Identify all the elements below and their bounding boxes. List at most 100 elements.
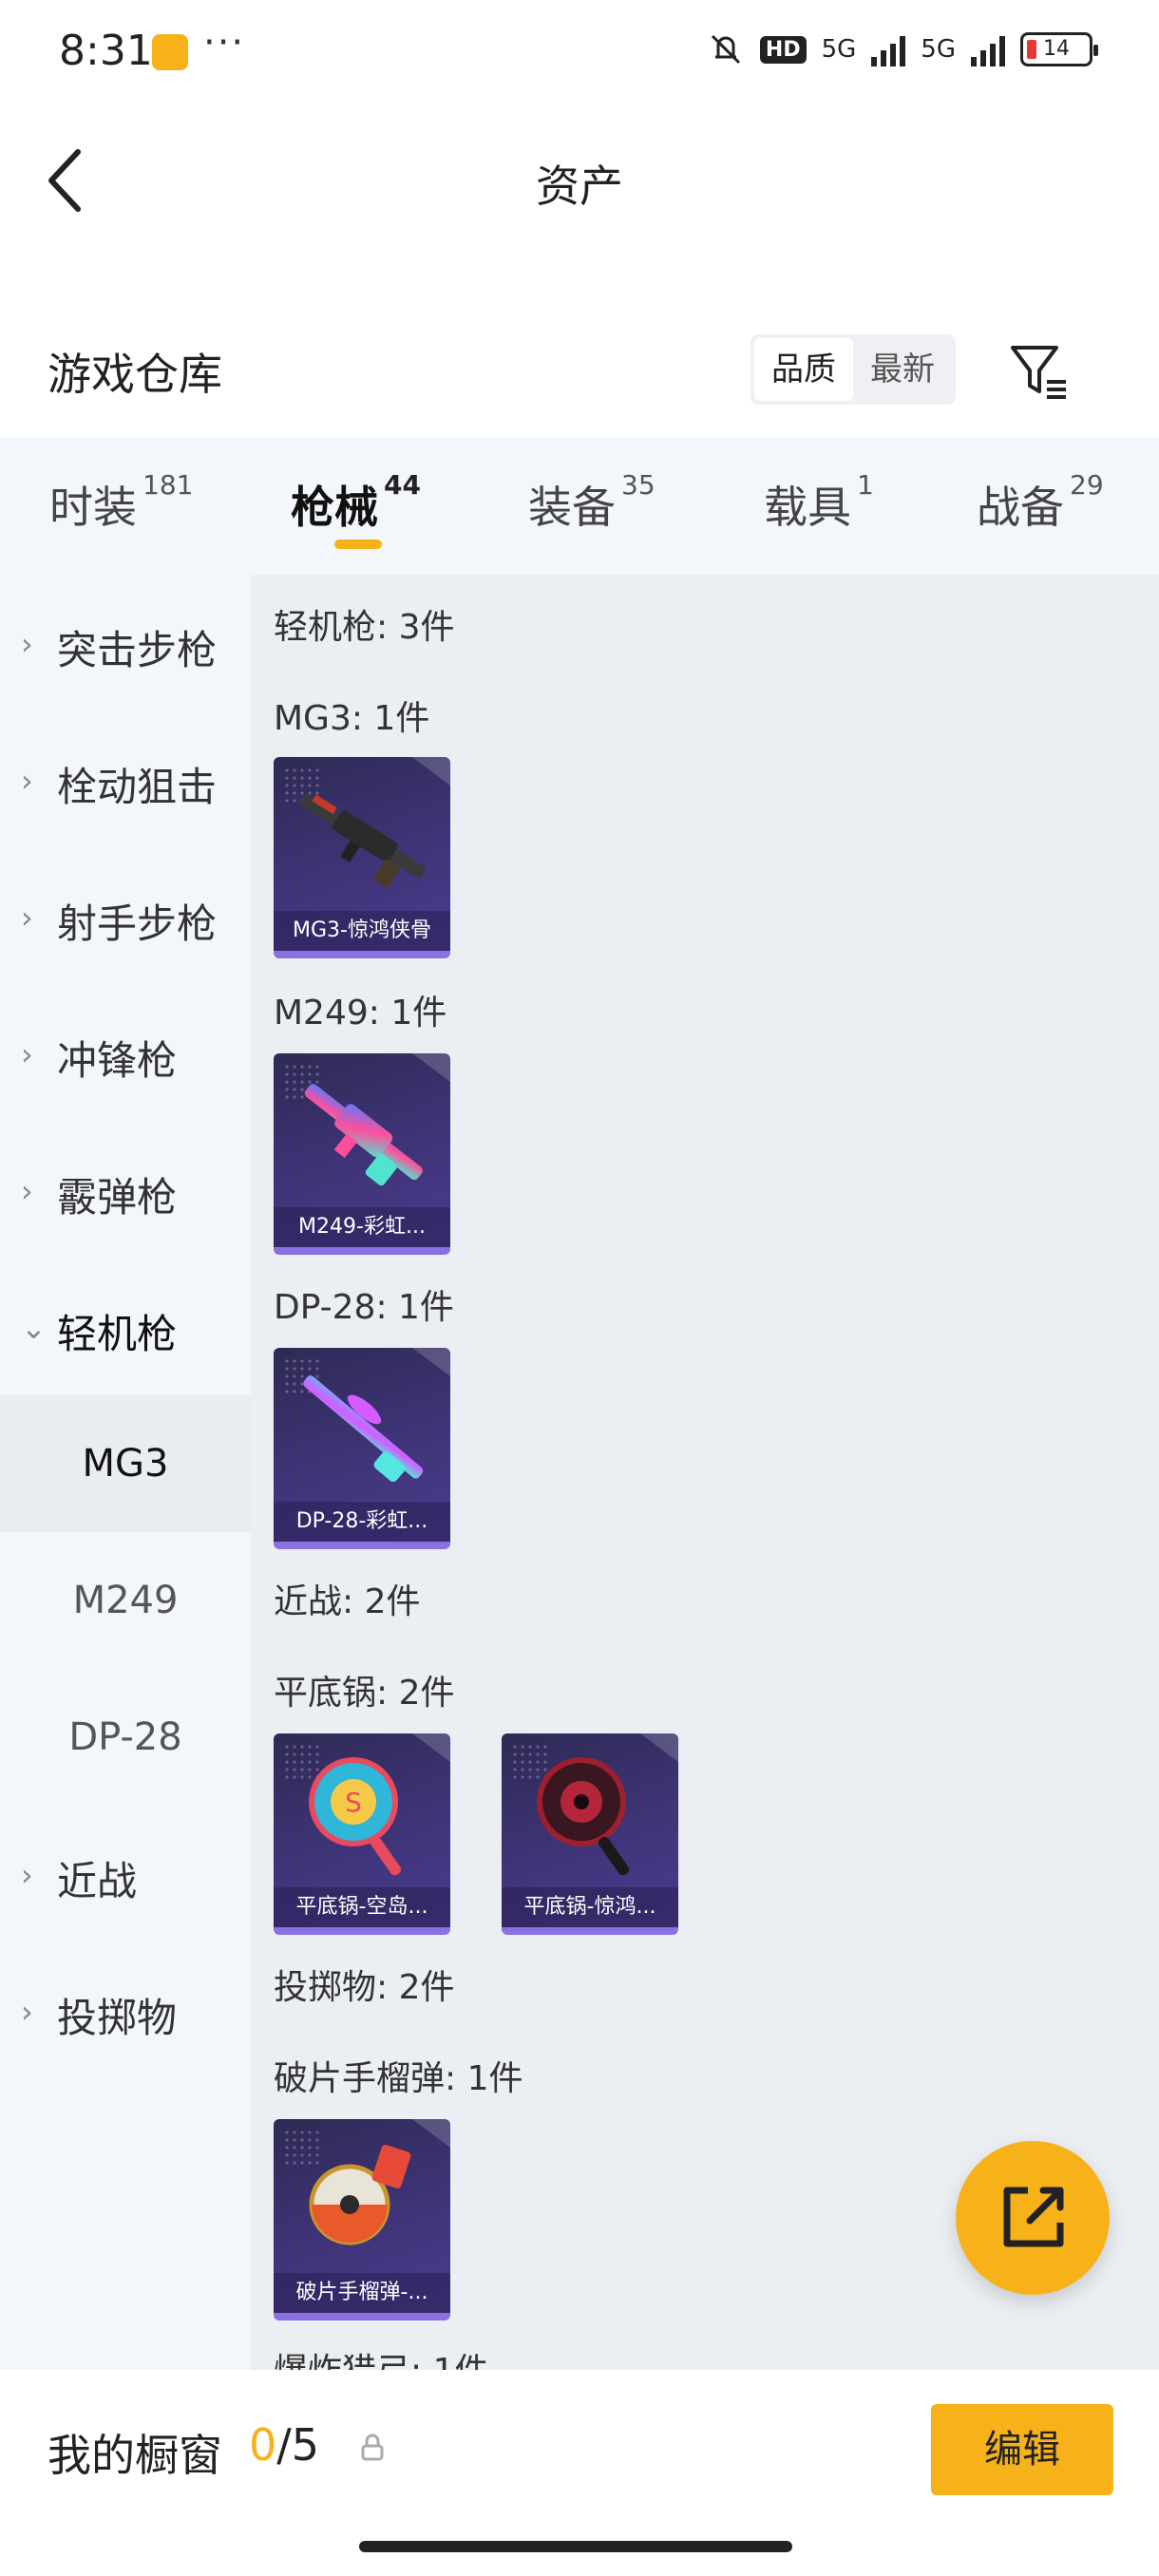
sidebar-item-marksman-rifle[interactable]: › 射手步枪 [0, 848, 251, 985]
item-card[interactable]: MG3-惊鸿侠骨 [274, 757, 450, 958]
sort-latest-button[interactable]: 最新 [853, 338, 952, 401]
status-icons: HD 5G 5G 14 [707, 30, 1098, 68]
tab-label: 时装 [49, 482, 137, 533]
item-card-name: 破片手榴弹-... [274, 2273, 450, 2313]
svg-text:S: S [345, 1787, 362, 1818]
sidebar-item-label: 冲锋枪 [57, 1037, 178, 1084]
items-content: 轻机枪: 3件 MG3: 1件 MG3-惊鸿侠骨 M249: 1件 M249-彩… [251, 575, 1159, 2370]
warehouse-header: 游戏仓库 品质 最新 [0, 323, 1159, 437]
m249-gun-icon [304, 1084, 423, 1186]
showcase-title: 我的橱窗 [48, 2430, 222, 2481]
item-card-name: M249-彩虹... [274, 1207, 450, 1247]
item-card[interactable]: 平底锅-惊鸿... [502, 1733, 678, 1935]
mg3-gun-icon [300, 794, 426, 888]
grenade-icon [309, 2145, 411, 2245]
chevron-right-icon: › [21, 1857, 33, 1893]
sidebar-subitem-m249[interactable]: M249 [0, 1532, 251, 1669]
item-card[interactable]: 破片手榴弹-... [274, 2119, 450, 2320]
section-label: 平底锅: 2件 [274, 1674, 455, 1713]
sidebar-item-label: 霰弹枪 [57, 1174, 178, 1221]
tab-count: 44 [384, 469, 421, 501]
tab-vehicles[interactable]: 载具 1 [764, 469, 874, 536]
sidebar-subitem-mg3[interactable]: MG3 [0, 1395, 251, 1532]
page-title: 资产 [536, 161, 623, 212]
active-tab-indicator [334, 540, 382, 549]
item-card[interactable]: S 平底锅-空岛... [274, 1733, 450, 1935]
section-label: M249: 1件 [274, 994, 447, 1032]
status-bar: 8:31 ··· HD 5G 5G 14 [0, 0, 1159, 104]
tab-supplies[interactable]: 战备 29 [977, 469, 1104, 536]
nav-bar: 资产 [0, 104, 1159, 247]
dp28-gun-icon [303, 1375, 424, 1483]
sidebar-item-bolt-sniper[interactable]: › 栓动狙击 [0, 711, 251, 848]
signal-icon-2 [971, 32, 1005, 66]
tab-label: 装备 [528, 482, 616, 533]
chevron-right-icon: › [21, 900, 33, 936]
item-card-name: DP-28-彩虹... [274, 1502, 450, 1542]
showcase-count-sep: / [276, 2419, 292, 2471]
chevron-right-icon: › [21, 1173, 33, 1209]
item-card-name: 平底锅-空岛... [274, 1887, 450, 1927]
sort-toggle: 品质 最新 [750, 334, 956, 405]
network-label-1: 5G [821, 35, 857, 64]
item-card-name: 平底锅-惊鸿... [502, 1887, 678, 1927]
tab-count: 1 [857, 469, 874, 501]
tab-count: 35 [621, 469, 656, 501]
battery-icon: 14 [1020, 32, 1098, 66]
section-label: 破片手榴弹: 1件 [274, 2059, 523, 2098]
tab-count: 181 [142, 469, 194, 501]
sort-quality-button[interactable]: 品质 [754, 338, 853, 401]
status-more: ··· [203, 21, 246, 65]
tab-equipment[interactable]: 装备 35 [528, 469, 656, 536]
section-label: 投掷物: 2件 [274, 1968, 455, 2007]
sidebar-item-shotgun[interactable]: › 霰弹枪 [0, 1122, 251, 1259]
sidebar-item-lmg[interactable]: ⌄ 轻机枪 [0, 1259, 251, 1395]
lock-icon [361, 2434, 384, 2461]
showcase-count-total: 5 [291, 2419, 320, 2471]
sidebar-item-throwables[interactable]: › 投掷物 [0, 1942, 251, 2079]
notification-app-icon [152, 34, 188, 70]
section-label: 爆炸猎弓: 1件 [274, 2343, 488, 2370]
item-card[interactable]: M249-彩虹... [274, 1053, 450, 1255]
tab-fashion[interactable]: 时装 181 [49, 469, 193, 536]
home-indicator [359, 2541, 792, 2552]
section-label: 轻机枪: 3件 [274, 608, 455, 647]
item-card[interactable]: DP-28-彩虹... [274, 1348, 450, 1549]
pan-icon: S [309, 1757, 402, 1876]
sidebar: › 突击步枪 › 栓动狙击 › 射手步枪 › 冲锋枪 › 霰弹枪 ⌄ 轻机枪 MG3 M24… [0, 575, 251, 2370]
sidebar-item-label: 近战 [57, 1858, 138, 1904]
chevron-right-icon: › [21, 1036, 33, 1072]
showcase-bar: 我的橱窗 0/5 编辑 [0, 2370, 1159, 2576]
item-card-name: MG3-惊鸿侠骨 [274, 911, 450, 951]
tab-firearms[interactable]: 枪械 44 [291, 469, 421, 536]
chevron-right-icon: › [21, 763, 33, 799]
sidebar-item-label: 突击步枪 [57, 627, 218, 673]
showcase-count-current: 0 [249, 2419, 277, 2471]
tab-label: 枪械 [291, 482, 378, 533]
section-label: 近战: 2件 [274, 1582, 421, 1621]
sidebar-item-label: 投掷物 [57, 1995, 178, 2041]
sidebar-item-label: 射手步枪 [57, 900, 218, 947]
sidebar-item-smg[interactable]: › 冲锋枪 [0, 985, 251, 1122]
share-external-icon [1003, 2187, 1064, 2247]
signal-icon-1 [871, 32, 906, 66]
sidebar-item-label: 轻机枪 [57, 1311, 178, 1357]
showcase-count: 0/5 [249, 2419, 319, 2471]
share-button[interactable] [956, 2141, 1110, 2295]
chevron-right-icon: › [21, 1994, 33, 2030]
sidebar-subitem-dp28[interactable]: DP-28 [0, 1669, 251, 1806]
network-label-2: 5G [921, 35, 956, 64]
tab-label: 战备 [977, 482, 1064, 533]
section-label: MG3: 1件 [274, 699, 430, 738]
hd-badge: HD [759, 35, 807, 64]
sidebar-item-melee[interactable]: › 近战 [0, 1806, 251, 1942]
sidebar-item-assault-rifle[interactable]: › 突击步枪 [0, 575, 251, 711]
pan-icon [537, 1757, 630, 1876]
sidebar-item-label: 栓动狙击 [57, 764, 218, 810]
category-tabs: 时装 181 枪械 44 装备 35 载具 1 战备 29 [0, 437, 1159, 575]
tab-label: 载具 [764, 482, 851, 533]
edit-button[interactable]: 编辑 [931, 2404, 1113, 2495]
chevron-right-icon: › [21, 626, 33, 662]
status-time: 8:31 [59, 27, 153, 75]
filter-icon[interactable] [1007, 338, 1074, 405]
